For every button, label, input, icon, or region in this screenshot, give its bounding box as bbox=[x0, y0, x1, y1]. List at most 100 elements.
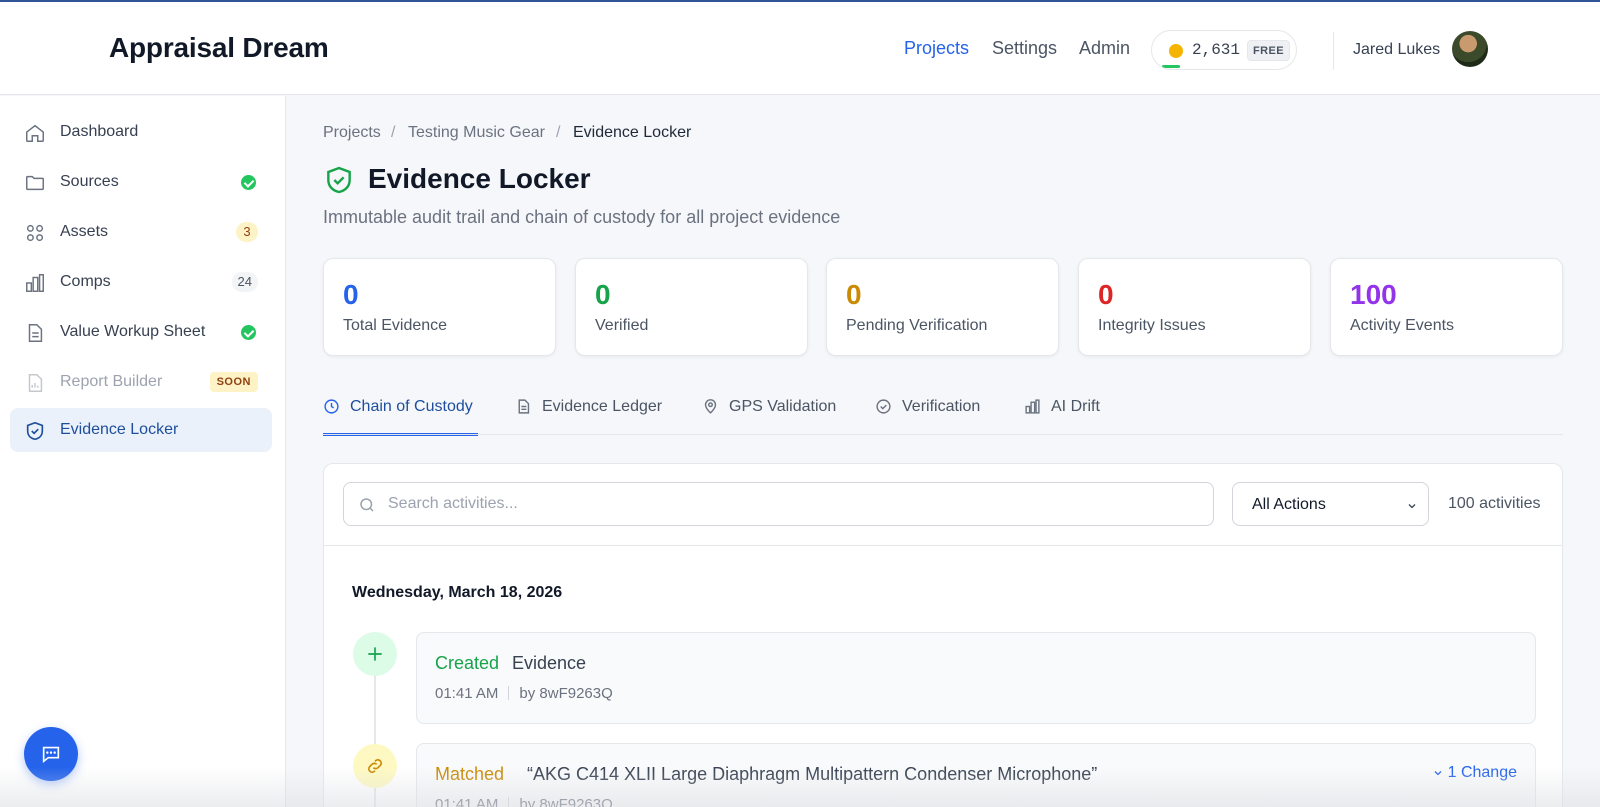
coin-icon bbox=[1169, 44, 1183, 58]
grid-icon bbox=[26, 224, 44, 242]
top-bar: Appraisal Dream Projects Settings Admin … bbox=[0, 0, 1600, 95]
tab-ai-drift[interactable]: AI Drift bbox=[1024, 396, 1114, 436]
credit-balance: 2,631 bbox=[1192, 41, 1241, 59]
sidebar-item-value-workup-sheet[interactable]: Value Workup Sheet bbox=[10, 310, 272, 354]
breadcrumb-separator: / bbox=[391, 124, 396, 141]
stat-value: 100 bbox=[1350, 279, 1397, 310]
sidebar-item-dashboard[interactable]: Dashboard bbox=[10, 110, 272, 154]
activity-target: Evidence bbox=[512, 653, 587, 673]
tab-label: GPS Validation bbox=[729, 398, 837, 415]
tab-label: Verification bbox=[902, 398, 981, 415]
stat-card-total-evidence: 0 Total Evidence bbox=[323, 258, 556, 356]
action-filter-value: All Actions bbox=[1252, 496, 1326, 513]
activity-time: 01:41 AM bbox=[435, 685, 499, 702]
activity-action: Matched bbox=[435, 764, 505, 784]
stat-card-integrity-issues: 0 Integrity Issues bbox=[1078, 258, 1311, 356]
folder-icon bbox=[26, 175, 44, 191]
chat-button[interactable] bbox=[24, 727, 78, 781]
breadcrumb-project[interactable]: Testing Music Gear bbox=[408, 124, 545, 142]
page-subtitle: Immutable audit trail and chain of custo… bbox=[323, 207, 841, 227]
stat-value: 0 bbox=[595, 279, 611, 310]
report-icon bbox=[28, 374, 43, 392]
activity-count: 100 activities bbox=[1448, 495, 1541, 512]
stat-value: 0 bbox=[343, 279, 359, 310]
header-divider bbox=[1333, 32, 1334, 70]
clock-icon bbox=[324, 399, 339, 414]
tab-verification[interactable]: Verification bbox=[875, 396, 995, 436]
activity-time: 01:41 AM bbox=[435, 796, 499, 807]
stat-label: Verified bbox=[595, 317, 649, 334]
tab-label: AI Drift bbox=[1051, 398, 1100, 415]
document-icon bbox=[518, 399, 530, 414]
soon-badge: SOON bbox=[209, 372, 258, 392]
sidebar-item-label: Report Builder bbox=[60, 373, 163, 390]
meta-divider bbox=[508, 686, 510, 700]
brand-logo[interactable]: Appraisal Dream bbox=[109, 32, 329, 64]
day-header: Wednesday, March 18, 2026 bbox=[352, 584, 563, 601]
shield-check-icon bbox=[327, 166, 351, 194]
page-title: Evidence Locker bbox=[368, 163, 591, 194]
sidebar-item-evidence-locker[interactable]: Evidence Locker bbox=[10, 408, 272, 452]
tab-chain-of-custody[interactable]: Chain of Custody bbox=[323, 396, 478, 436]
stat-label: Integrity Issues bbox=[1098, 317, 1206, 334]
sidebar-item-comps[interactable]: Comps 24 bbox=[10, 260, 272, 304]
comps-count-badge: 24 bbox=[231, 272, 258, 292]
stat-card-verified: 0 Verified bbox=[575, 258, 808, 356]
stat-value: 0 bbox=[846, 279, 862, 310]
nav-settings[interactable]: Settings bbox=[992, 38, 1057, 59]
home-icon bbox=[26, 124, 44, 142]
sidebar-item-report-builder: Report Builder SOON bbox=[10, 360, 272, 404]
action-filter-select[interactable]: All Actions bbox=[1232, 482, 1429, 526]
tab-gps-validation[interactable]: GPS Validation bbox=[702, 396, 842, 436]
shield-check-icon bbox=[26, 421, 44, 441]
sidebar-item-assets[interactable]: Assets 3 bbox=[10, 210, 272, 254]
tabs-divider bbox=[323, 434, 1563, 435]
stat-value: 0 bbox=[1098, 279, 1114, 310]
stat-label: Activity Events bbox=[1350, 317, 1455, 334]
plan-badge: FREE bbox=[1247, 40, 1290, 61]
breadcrumb-separator: / bbox=[556, 124, 561, 141]
breadcrumb-projects[interactable]: Projects bbox=[323, 124, 381, 142]
activity-action: Created bbox=[435, 653, 500, 673]
search-icon bbox=[360, 498, 374, 512]
nav-admin[interactable]: Admin bbox=[1079, 38, 1130, 59]
stat-label: Total Evidence bbox=[343, 317, 448, 334]
activity-actor: by 8wF9263Q bbox=[519, 685, 613, 702]
check-circle-icon bbox=[876, 399, 891, 414]
activity-panel: All Actions 100 activities Wednesday, Ma… bbox=[323, 463, 1563, 807]
activity-item[interactable]: Matched “AKG C414 XLII Large Diaphragm M… bbox=[416, 743, 1536, 807]
tab-label: Chain of Custody bbox=[350, 398, 473, 415]
activity-meta: 01:41 AM by 8wF9263Q bbox=[435, 685, 613, 702]
search-input[interactable] bbox=[388, 483, 1198, 525]
sidebar: Dashboard Sources Assets 3 Comps 24 Valu… bbox=[0, 96, 286, 807]
complete-check-icon bbox=[241, 175, 256, 190]
changes-label: 1 Change bbox=[1447, 764, 1517, 781]
complete-check-icon bbox=[241, 325, 256, 340]
breadcrumb-current: Evidence Locker bbox=[573, 124, 692, 141]
chevron-down-icon bbox=[1408, 504, 1416, 509]
timeline-dot-matched bbox=[353, 744, 397, 788]
nav-projects[interactable]: Projects bbox=[904, 38, 969, 59]
avatar[interactable] bbox=[1452, 31, 1488, 67]
credits-pill[interactable]: 2,631 FREE bbox=[1151, 30, 1297, 70]
chat-icon bbox=[42, 746, 60, 764]
sidebar-item-sources[interactable]: Sources bbox=[10, 160, 272, 204]
changes-toggle[interactable]: 1 Change bbox=[1432, 764, 1517, 782]
stat-card-activity-events: 100 Activity Events bbox=[1330, 258, 1563, 356]
document-icon bbox=[28, 324, 43, 342]
activity-target: “AKG C414 XLII Large Diaphragm Multipatt… bbox=[527, 764, 1098, 784]
sidebar-item-label: Assets bbox=[60, 223, 109, 240]
timeline-dot-created bbox=[353, 632, 397, 676]
user-name[interactable]: Jared Lukes bbox=[1353, 41, 1440, 59]
activity-meta: 01:41 AM by 8wF9263Q bbox=[435, 796, 613, 807]
activity-actor: by 8wF9263Q bbox=[519, 796, 613, 807]
bar-chart-icon bbox=[1025, 399, 1040, 414]
sidebar-item-label: Evidence Locker bbox=[60, 421, 179, 438]
activity-item[interactable]: Created Evidence 01:41 AM by 8wF9263Q bbox=[416, 632, 1536, 724]
stat-label: Pending Verification bbox=[846, 317, 988, 334]
map-pin-icon bbox=[704, 399, 717, 414]
search-box[interactable] bbox=[343, 482, 1214, 526]
tab-evidence-ledger[interactable]: Evidence Ledger bbox=[515, 396, 665, 436]
sidebar-item-label: Sources bbox=[60, 173, 119, 190]
tab-label: Evidence Ledger bbox=[542, 398, 663, 415]
